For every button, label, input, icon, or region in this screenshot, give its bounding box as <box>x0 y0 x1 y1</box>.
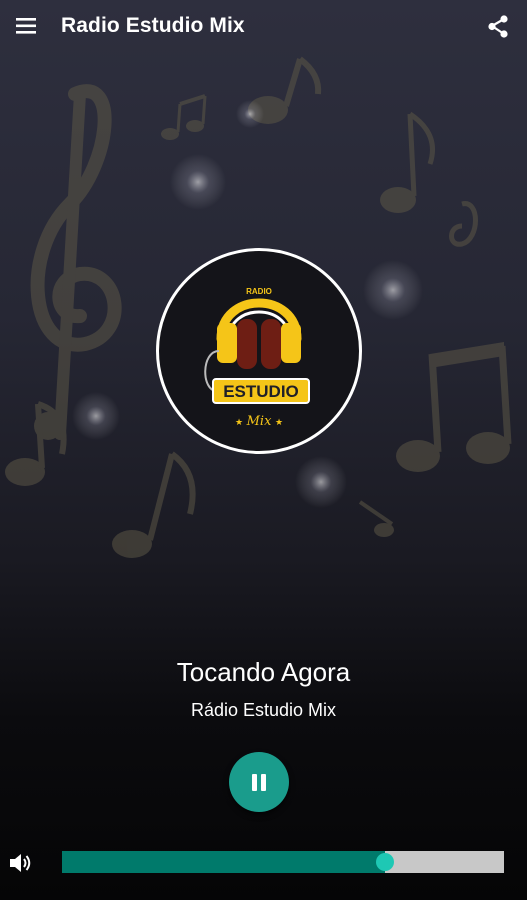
share-icon[interactable] <box>485 14 511 40</box>
headphones-logo-icon: ESTUDIO RADIO Mix ★ ★ <box>204 287 310 429</box>
star-icon: ★ <box>235 417 243 427</box>
now-playing-label: Tocando Agora <box>176 657 351 687</box>
pause-icon <box>252 773 257 791</box>
volume-slider[interactable] <box>62 851 504 873</box>
app-toolbar: Radio Estudio Mix <box>0 0 527 54</box>
logo-top-text: RADIO <box>246 287 272 296</box>
logo-main-text: ESTUDIO <box>223 382 299 401</box>
volume-slider-thumb[interactable] <box>375 853 394 871</box>
hamburger-menu-icon[interactable] <box>14 14 40 40</box>
volume-slider-fill <box>62 851 385 873</box>
station-logo: ESTUDIO RADIO Mix ★ ★ <box>156 248 362 454</box>
logo-script-text: Mix <box>246 414 272 429</box>
pause-button[interactable] <box>229 752 289 812</box>
station-name: Rádio Estudio Mix <box>190 700 337 720</box>
app-title: Radio Estudio Mix <box>61 14 245 37</box>
volume-icon[interactable] <box>8 851 34 875</box>
star-icon: ★ <box>275 417 283 427</box>
